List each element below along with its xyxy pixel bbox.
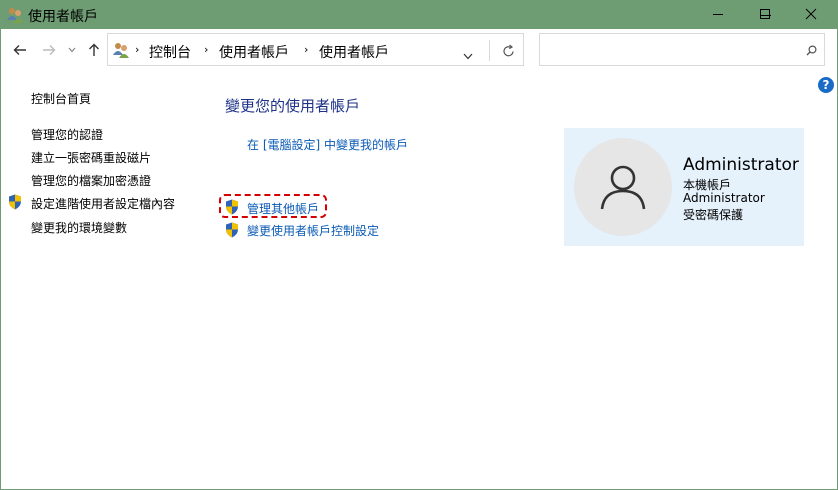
up-arrow-icon	[89, 43, 99, 56]
avatar	[574, 138, 672, 236]
up-button[interactable]	[85, 40, 103, 60]
divider	[489, 40, 490, 61]
uac-shield-icon	[9, 194, 21, 210]
users-icon	[7, 8, 23, 23]
back-arrow-icon	[13, 45, 26, 55]
sidebar-item-advanced-profile[interactable]: 設定進階使用者設定檔內容	[31, 195, 175, 212]
help-button[interactable]: ?	[818, 77, 834, 93]
breadcrumb-separator-icon: ›	[304, 43, 309, 56]
user-name: Administrator	[683, 155, 799, 175]
maximize-icon	[760, 9, 770, 19]
address-dropdown-button[interactable]	[463, 45, 473, 64]
sidebar-home-link[interactable]: 控制台首頁	[31, 90, 91, 107]
minimize-icon	[713, 14, 723, 15]
breadcrumb-user-accounts[interactable]: 使用者帳戶	[219, 42, 289, 62]
help-icon: ?	[822, 78, 830, 92]
close-icon	[805, 8, 817, 20]
refresh-icon	[503, 44, 514, 57]
forward-arrow-icon	[43, 45, 56, 55]
user-account-card: Administrator 本機帳戶 Administrator 受密碼保護	[564, 128, 804, 246]
user-icon	[600, 165, 646, 210]
users-icon	[113, 43, 129, 58]
breadcrumb-control-panel[interactable]: 控制台	[149, 42, 191, 62]
account-group: Administrator	[683, 191, 765, 205]
sidebar-item-manage-credentials[interactable]: 管理您的認證	[31, 126, 103, 143]
password-status: 受密碼保護	[683, 208, 744, 222]
uac-shield-icon	[226, 199, 238, 215]
search-input[interactable]	[539, 33, 825, 66]
page-title: 變更您的使用者帳戶	[225, 97, 361, 115]
search-icon	[806, 45, 817, 56]
pc-settings-link[interactable]: 在 [電腦設定] 中變更我的帳戶	[247, 136, 408, 153]
breadcrumb-separator-icon: ›	[204, 43, 209, 56]
refresh-button[interactable]	[502, 43, 515, 62]
minimize-btn[interactable]	[695, 0, 741, 28]
address-bar[interactable]: › 控制台 › 使用者帳戶 › 使用者帳戶	[107, 33, 524, 66]
maximize-button[interactable]	[742, 0, 788, 28]
back-button[interactable]	[11, 40, 29, 60]
forward-button[interactable]	[40, 40, 58, 60]
sidebar-item-password-reset-disk[interactable]: 建立一張密碼重設磁片	[31, 149, 151, 166]
breadcrumb-separator-icon: ›	[135, 43, 140, 56]
recent-locations-button[interactable]	[66, 40, 78, 60]
close-button[interactable]	[788, 0, 834, 28]
window-title: 使用者帳戶	[28, 9, 98, 25]
breadcrumb-user-accounts-current[interactable]: 使用者帳戶	[319, 42, 389, 62]
chevron-down-icon	[68, 47, 76, 53]
uac-shield-icon	[226, 222, 238, 238]
sidebar-item-environment-variables[interactable]: 變更我的環境變數	[31, 219, 127, 236]
sidebar-item-file-encryption[interactable]: 管理您的檔案加密憑證	[31, 172, 151, 189]
chevron-down-icon	[463, 53, 473, 60]
uac-settings-link[interactable]: 變更使用者帳戶控制設定	[247, 222, 379, 239]
manage-other-accounts-link[interactable]: 管理其他帳戶	[247, 200, 319, 217]
